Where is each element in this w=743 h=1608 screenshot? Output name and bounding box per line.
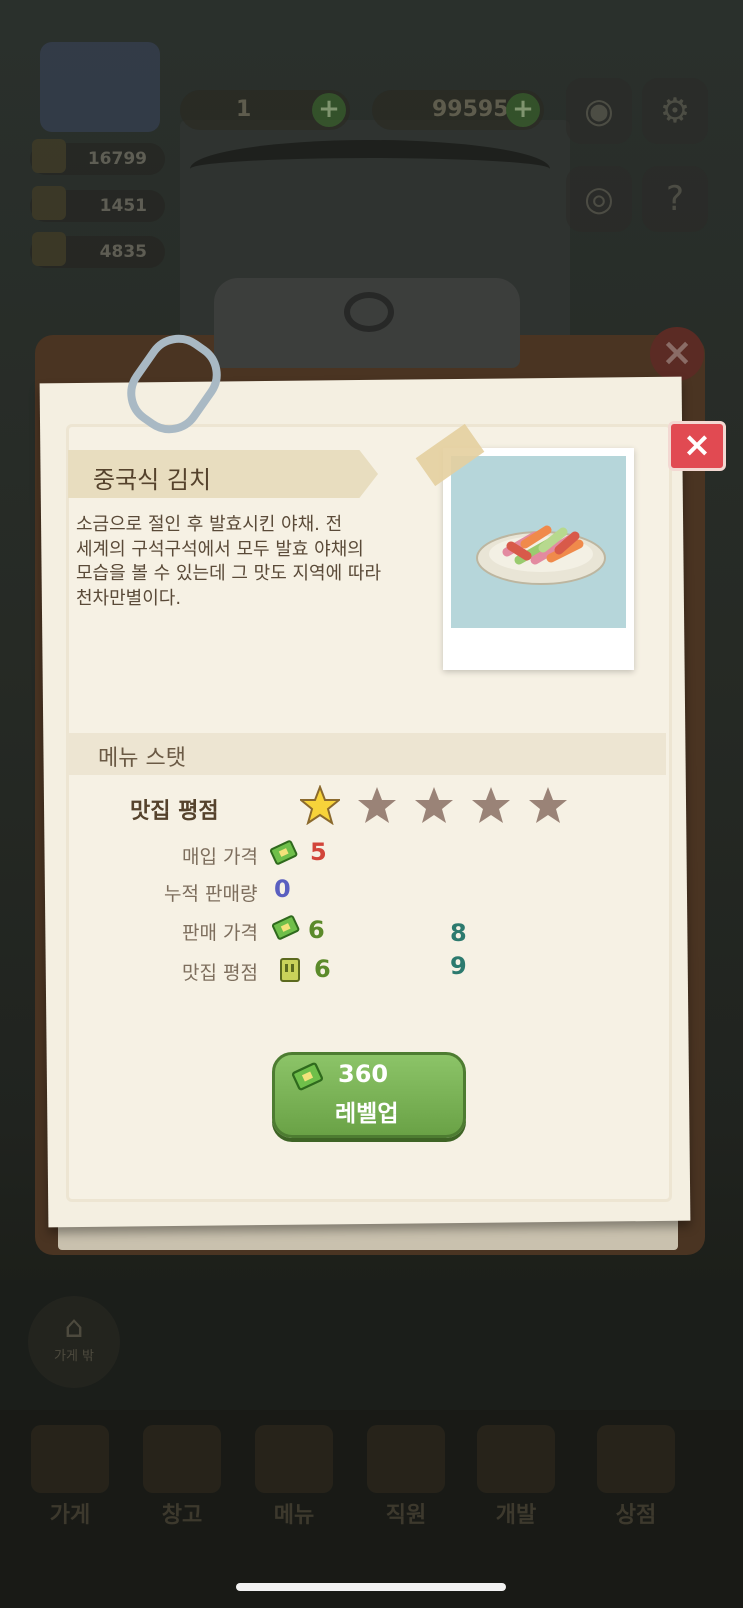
close-button[interactable]: ×	[668, 421, 726, 471]
cash-icon	[292, 1062, 324, 1091]
nav-shop[interactable]: 상점	[586, 1425, 686, 1529]
help-book-icon[interactable]: ?	[642, 166, 708, 232]
shop-icon	[597, 1425, 675, 1493]
dish-photo-image	[451, 456, 626, 628]
star-filled-icon	[300, 785, 340, 825]
rating-book-icon	[280, 958, 300, 982]
nav-staff-label: 직원	[385, 1503, 427, 1528]
nav-warehouse-label: 창고	[161, 1503, 203, 1528]
purchase-price-label: 매입 가격	[182, 846, 258, 868]
gem-count: 1	[236, 97, 252, 122]
store-icon	[31, 1425, 109, 1493]
menu-clipboard-icon	[255, 1425, 333, 1493]
rating-label: 맛집 평점	[130, 799, 219, 824]
sell-price-next-value: 8	[450, 919, 467, 947]
dish-description: 소금으로 절인 후 발효시킨 야채. 전 세계의 구석구석에서 모두 발효 야채…	[76, 513, 426, 611]
stat-3: 4835	[30, 232, 165, 268]
eye-icon[interactable]: ◎	[566, 166, 632, 232]
stat-1-icon	[32, 139, 66, 173]
pot-icon	[477, 1425, 555, 1493]
total-sales-label: 누적 판매량	[164, 883, 258, 905]
nav-staff[interactable]: 직원	[356, 1425, 456, 1529]
description-line: 모습을 볼 수 있는데 그 맛도 지역에 따라	[76, 563, 382, 584]
nav-shop-label: 상점	[615, 1503, 657, 1528]
cash-icon	[272, 915, 300, 940]
levelup-cost: 360	[338, 1060, 389, 1088]
menu-stats-title: 메뉴 스탯	[98, 746, 186, 771]
stat-3-value: 4835	[99, 242, 147, 262]
bottom-nav: 가게 창고 메뉴 직원 개발 상점	[0, 1425, 743, 1535]
stat-2: 1451	[30, 186, 165, 222]
rating-score-label: 맛집 평점	[182, 962, 258, 984]
outside-store-label: 가게 밖	[53, 1349, 94, 1364]
nav-store[interactable]: 가게	[20, 1425, 120, 1529]
stat-2-value: 1451	[99, 196, 147, 216]
description-line: 천차만별이다.	[76, 587, 182, 609]
outside-store-button[interactable]: ⌂ 가게 밖	[28, 1296, 120, 1388]
rating-score-next-value: 9	[450, 952, 467, 980]
gear-icon[interactable]: ⚙	[642, 78, 708, 144]
rating-score-value: 6	[314, 955, 331, 983]
description-line: 소금으로 절인 후 발효시킨 야채. 전	[76, 514, 343, 535]
purchase-price-value: 5	[310, 838, 327, 866]
description-line: 세계의 구석구석에서 모두 발효 야채의	[76, 538, 364, 560]
stat-1: 16799	[30, 139, 165, 175]
add-cash-button[interactable]: +	[506, 93, 540, 127]
star-empty-icon	[472, 787, 510, 823]
add-gem-button[interactable]: +	[312, 93, 346, 127]
sell-price-value: 6	[308, 916, 325, 944]
staff-icon	[367, 1425, 445, 1493]
nav-store-label: 가게	[49, 1503, 91, 1528]
rank-badge-icon[interactable]	[40, 42, 160, 132]
star-empty-icon	[415, 787, 453, 823]
box-icon	[143, 1425, 221, 1493]
clipboard-clip	[214, 278, 520, 368]
star-empty-icon	[358, 787, 396, 823]
cash-count: 99595	[432, 97, 509, 122]
stat-3-icon	[32, 232, 66, 266]
total-sales-value: 0	[274, 875, 291, 903]
board-close-icon[interactable]: ×	[650, 327, 704, 381]
sell-price-label: 판매 가격	[182, 922, 258, 944]
kimchi-plate-icon	[476, 525, 606, 585]
camera-icon[interactable]: ◉	[566, 78, 632, 144]
nav-warehouse[interactable]: 창고	[132, 1425, 232, 1529]
cash-icon	[270, 840, 298, 865]
restaurant-roof	[190, 140, 550, 198]
cash-counter: 99595 +	[372, 90, 544, 130]
nav-develop-label: 개발	[495, 1503, 537, 1528]
dish-name: 중국식 김치	[93, 466, 212, 494]
store-icon: ⌂	[64, 1310, 84, 1345]
nav-menu-label: 메뉴	[273, 1503, 315, 1528]
dish-photo	[443, 448, 634, 670]
star-empty-icon	[529, 787, 567, 823]
stat-1-value: 16799	[87, 149, 147, 169]
home-indicator[interactable]	[236, 1583, 506, 1591]
levelup-label: 레벨업	[335, 1101, 399, 1127]
nav-menu[interactable]: 메뉴	[244, 1425, 344, 1529]
stat-2-icon	[32, 186, 66, 220]
nav-develop[interactable]: 개발	[466, 1425, 566, 1529]
gem-counter: 1 +	[180, 90, 350, 130]
